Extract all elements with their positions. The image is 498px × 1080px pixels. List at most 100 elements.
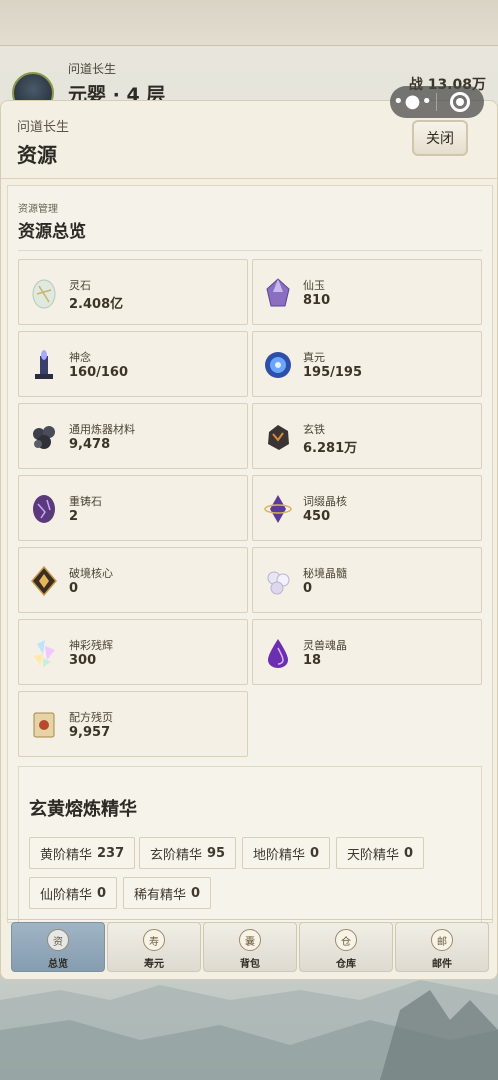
resource-card-beast-soul[interactable]: 灵兽魂晶 18 (252, 619, 482, 685)
resource-name: 词缀晶核 (303, 495, 347, 508)
top-bar (0, 0, 498, 46)
resource-value: 0 (303, 581, 313, 596)
tab-warehouse[interactable]: 仓 仓库 (299, 922, 393, 972)
miniprogram-capsule: •●• (390, 86, 484, 118)
resource-value: 195/195 (303, 365, 363, 380)
resource-name: 神彩残辉 (69, 639, 113, 652)
resource-card-recipe-scroll[interactable]: 配方残页 9,957 (18, 691, 248, 757)
divine-sense-icon (35, 350, 53, 379)
lifespan-tab-icon: 寿 (143, 929, 165, 951)
resource-value: 2 (69, 509, 79, 524)
resource-card-dark-iron[interactable]: 玄铁 6.281万 (252, 403, 482, 469)
tab-label: 总览 (48, 959, 68, 970)
dark-iron-icon (268, 425, 289, 450)
radiance-shard-icon (34, 640, 55, 667)
spirit-stone-icon (32, 279, 56, 309)
true-essence-icon (265, 352, 291, 378)
resource-name: 通用炼器材料 (69, 423, 135, 436)
resource-name: 破境核心 (69, 567, 113, 580)
essence-value: 0 (310, 845, 320, 861)
resource-card-true-essence[interactable]: 真元 195/195 (252, 331, 482, 397)
essence-value: 237 (97, 845, 125, 861)
resource-card-radiance-shard[interactable]: 神彩残辉 300 (18, 619, 248, 685)
essence-chip: 天阶精华 0 (336, 837, 425, 869)
essence-value: 0 (97, 885, 107, 901)
resource-card-spirit-stone[interactable]: 灵石 2.408亿 (18, 259, 248, 325)
essence-chip: 玄阶精华 95 (139, 837, 237, 869)
resource-card-affix-crystal[interactable]: 词缀晶核 450 (252, 475, 482, 541)
resource-value: 9,957 (69, 725, 111, 740)
panel-title: 资源总览 (18, 222, 86, 242)
close-app-icon[interactable] (437, 92, 483, 112)
essence-chip: 稀有精华 0 (123, 877, 212, 909)
mail-tab-icon: 邮 (431, 929, 453, 951)
close-button[interactable]: 关闭 (412, 120, 468, 156)
resource-name: 重铸石 (69, 495, 102, 508)
resource-name: 神念 (69, 351, 91, 364)
tab-label: 邮件 (432, 959, 452, 970)
resource-name: 真元 (303, 351, 325, 364)
resource-card-reforge-stone[interactable]: 重铸石 2 (18, 475, 248, 541)
divider (18, 250, 482, 251)
resource-name: 灵石 (69, 279, 91, 292)
essence-name: 玄阶精华 (150, 847, 203, 863)
realm-crystal-icon (267, 571, 290, 595)
resource-value: 2.408亿 (69, 297, 124, 312)
tab-label: 背包 (240, 959, 260, 970)
reforge-stone-icon (33, 495, 55, 523)
resource-value: 18 (303, 653, 322, 668)
panel-subtitle: 资源管理 (18, 204, 58, 215)
resource-card-immortal-jade[interactable]: 仙玉 810 (252, 259, 482, 325)
essence-chip: 黄阶精华 237 (29, 837, 136, 869)
essence-title: 玄黄熔炼精华 (29, 799, 137, 820)
essence-name: 稀有精华 (134, 887, 187, 903)
resource-card-breakthrough-core[interactable]: 破境核心 0 (18, 547, 248, 613)
resource-value: 300 (69, 653, 97, 668)
modal-title: 资源 (17, 143, 57, 167)
essence-value: 0 (191, 885, 201, 901)
resource-value: 810 (303, 293, 331, 308)
essence-name: 仙阶精华 (40, 887, 93, 903)
tab-label: 寿元 (144, 959, 164, 970)
immortal-jade-icon (266, 278, 290, 307)
tab-lifespan[interactable]: 寿 寿元 (107, 922, 201, 972)
tab-label: 仓库 (336, 959, 356, 970)
resource-value: 6.281万 (303, 441, 358, 456)
resource-value: 0 (69, 581, 79, 596)
more-menu-icon[interactable]: •●• (390, 87, 436, 117)
affix-crystal-icon (264, 495, 292, 523)
resource-card-forging-material[interactable]: 通用炼器材料 9,478 (18, 403, 248, 469)
resource-name: 玄铁 (303, 423, 325, 436)
resource-tab-icon: 资 (47, 929, 69, 951)
essence-name: 天阶精华 (347, 847, 400, 863)
resource-name: 仙玉 (303, 279, 325, 292)
warehouse-tab-icon: 仓 (335, 929, 357, 951)
resource-name: 秘境晶髓 (303, 567, 347, 580)
backpack-tab-icon: 囊 (239, 929, 261, 951)
resource-overview-panel: 资源管理 资源总览 灵石 2.408亿 仙玉 810 神念 160/160 真元… (7, 185, 493, 923)
essence-value: 0 (404, 845, 414, 861)
recipe-scroll-icon (33, 712, 55, 738)
resource-name: 配方残页 (69, 711, 113, 724)
modal-subtitle: 问道长生 (17, 120, 70, 135)
essence-value: 95 (207, 845, 226, 861)
essence-name: 地阶精华 (253, 847, 306, 863)
tab-backpack[interactable]: 囊 背包 (203, 922, 297, 972)
resource-modal: 问道长生 资源 关闭 资源管理 资源总览 灵石 2.408亿 仙玉 810 神念… (0, 100, 498, 980)
player-title: 问道长生 (68, 62, 117, 76)
bottom-tab-bar: 资 总览 寿 寿元 囊 背包 仓 仓库 邮 邮件 (7, 919, 493, 975)
tab-overview[interactable]: 资 总览 (11, 922, 105, 972)
beast-soul-icon (268, 639, 288, 668)
resource-name: 灵兽魂晶 (303, 639, 347, 652)
tab-mail[interactable]: 邮 邮件 (395, 922, 489, 972)
resource-value: 450 (303, 509, 331, 524)
forging-material-icon (33, 426, 55, 449)
resource-card-divine-sense[interactable]: 神念 160/160 (18, 331, 248, 397)
resource-value: 9,478 (69, 437, 111, 452)
essence-chip: 地阶精华 0 (242, 837, 331, 869)
essence-section: 玄黄熔炼精华 黄阶精华 237 玄阶精华 95 地阶精华 0 天阶精华 0 仙阶精华 0 … (18, 766, 482, 922)
essence-name: 黄阶精华 (40, 847, 93, 863)
breakthrough-core-icon (31, 565, 57, 597)
resource-card-realm-crystal[interactable]: 秘境晶髓 0 (252, 547, 482, 613)
essence-chip: 仙阶精华 0 (29, 877, 118, 909)
